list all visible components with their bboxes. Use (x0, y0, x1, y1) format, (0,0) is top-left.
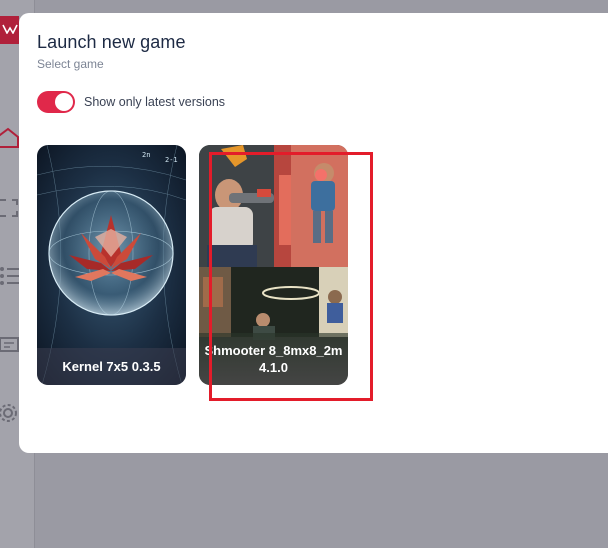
toggle-label: Show only latest versions (84, 95, 226, 109)
latest-versions-toggle[interactable] (37, 91, 75, 113)
modal-subtitle: Select game (37, 57, 104, 71)
gear-icon[interactable] (0, 402, 20, 424)
game-card-kernel[interactable]: 2n 2-1 Kernel 7x5 0.3.5 (37, 145, 186, 385)
game-card-label: Kernel 7x5 0.3.5 (37, 348, 186, 385)
brand-logo (0, 16, 19, 44)
display-icon[interactable] (0, 335, 20, 357)
svg-text:2n: 2n (142, 151, 150, 159)
frame-icon[interactable] (0, 197, 20, 219)
game-card-shmooter[interactable]: Shmooter 8_8mx8_2m 4.1.0 (199, 145, 348, 385)
game-card-label: Shmooter 8_8mx8_2m 4.1.0 (199, 333, 348, 385)
latest-versions-toggle-row: Show only latest versions (37, 90, 225, 114)
launch-game-modal: Launch new game Select game Show only la… (19, 13, 608, 453)
list-icon[interactable] (0, 265, 20, 287)
modal-title: Launch new game (37, 32, 186, 52)
toggle-knob (55, 93, 73, 111)
svg-text:2-1: 2-1 (165, 156, 178, 164)
home-icon[interactable] (0, 127, 20, 149)
